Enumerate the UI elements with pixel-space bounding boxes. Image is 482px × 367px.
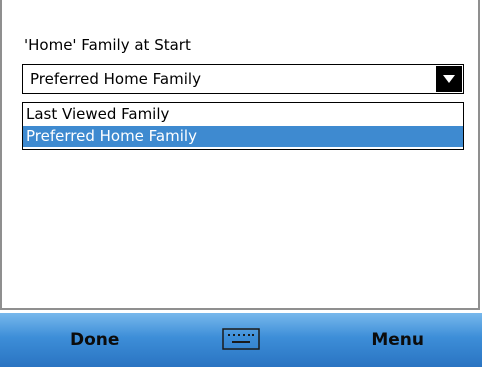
option-last-viewed-family[interactable]: Last Viewed Family xyxy=(23,104,463,125)
softkey-bar: Done Menu xyxy=(0,313,482,367)
screen: 'Home' Family at Start Preferred Home Fa… xyxy=(0,0,482,367)
home-family-label: 'Home' Family at Start xyxy=(24,36,191,54)
dropdown-selected-value: Preferred Home Family xyxy=(30,70,201,88)
menu-button[interactable]: Menu xyxy=(371,313,424,367)
done-button[interactable]: Done xyxy=(70,313,119,367)
keyboard-icon[interactable] xyxy=(222,328,260,350)
dropdown-options-list: Last Viewed Family Preferred Home Family xyxy=(22,102,464,150)
dropdown-arrow-button[interactable] xyxy=(436,66,462,92)
chevron-down-icon xyxy=(443,75,455,83)
settings-panel: 'Home' Family at Start Preferred Home Fa… xyxy=(0,0,480,310)
option-preferred-home-family[interactable]: Preferred Home Family xyxy=(23,126,463,147)
home-family-dropdown[interactable]: Preferred Home Family xyxy=(22,64,464,94)
